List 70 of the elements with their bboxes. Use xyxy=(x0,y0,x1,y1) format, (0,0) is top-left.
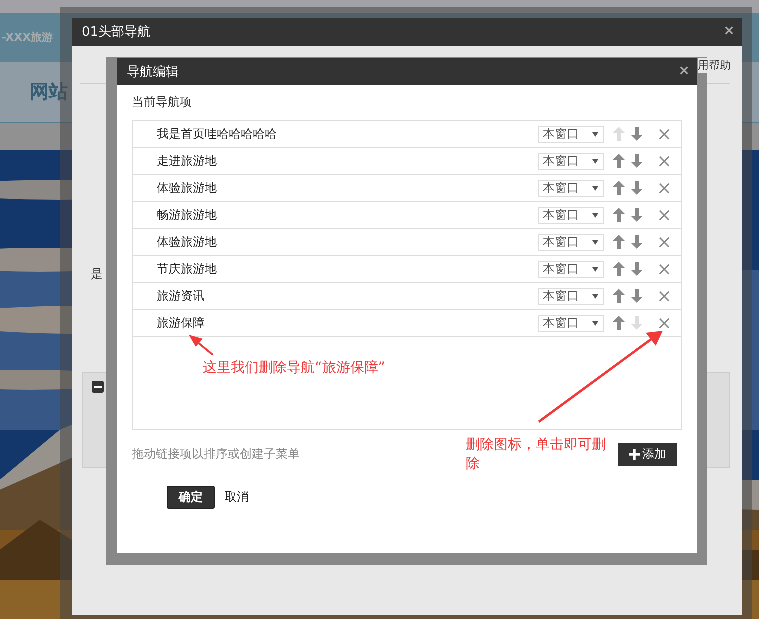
move-down-icon[interactable] xyxy=(631,262,643,276)
annotation-text: 删除图标，单击即可删除 xyxy=(466,436,607,474)
dialog-title: 导航编辑 xyxy=(127,64,179,80)
caret-icon xyxy=(592,294,599,298)
delete-icon[interactable] xyxy=(659,210,670,220)
nav-item-row[interactable]: 旅游保障 本窗口 xyxy=(133,310,681,337)
confirm-button[interactable]: 确定 xyxy=(167,486,215,509)
target-dropdown[interactable]: 本窗口 xyxy=(538,314,604,332)
move-up-icon[interactable] xyxy=(613,262,625,276)
move-up-icon[interactable] xyxy=(613,154,625,168)
nav-item-label: 我是首页哇哈哈哈哈哈 xyxy=(157,126,278,142)
move-up-icon[interactable] xyxy=(613,181,625,195)
plus-icon xyxy=(628,449,640,460)
close-button[interactable]: × xyxy=(680,64,689,80)
delete-icon[interactable] xyxy=(659,156,670,166)
delete-icon[interactable] xyxy=(659,290,670,302)
target-dropdown[interactable]: 本窗口 xyxy=(538,260,604,278)
move-up-icon[interactable] xyxy=(613,208,625,222)
nav-item-row[interactable]: 节庆旅游地 本窗口 xyxy=(133,256,681,283)
nav-item-label: 体验旅游地 xyxy=(157,234,218,250)
hint-text: 拖动链接项以排序或创建子菜单 xyxy=(132,446,300,463)
delete-icon[interactable] xyxy=(659,264,670,274)
nav-item-row[interactable]: 体验旅游地 本窗口 xyxy=(133,229,681,256)
target-dropdown[interactable]: 本窗口 xyxy=(538,152,604,170)
help-link[interactable]: 用帮助 xyxy=(698,58,731,73)
move-down-icon[interactable] xyxy=(631,235,643,249)
caret-icon xyxy=(592,158,599,164)
nav-item-label: 旅游保障 xyxy=(157,314,206,332)
nav-item-row[interactable]: 走进旅游地 本窗口 xyxy=(133,148,681,175)
delete-icon[interactable] xyxy=(659,182,670,194)
move-up-icon[interactable] xyxy=(613,289,625,303)
move-down-icon[interactable] xyxy=(631,208,643,222)
caret-icon xyxy=(592,320,599,326)
nav-item-row[interactable]: 我是首页哇哈哈哈哈哈 本窗口 xyxy=(133,121,681,148)
target-dropdown[interactable]: 本窗口 xyxy=(538,206,604,224)
caret-icon xyxy=(592,132,599,136)
field-label: 是 xyxy=(91,266,103,283)
nav-item-row[interactable]: 旅游资讯 本窗口 xyxy=(133,283,681,310)
move-up-icon[interactable] xyxy=(613,316,625,330)
close-button[interactable]: × xyxy=(724,24,734,40)
nav-item-label: 走进旅游地 xyxy=(157,152,218,170)
collapse-icon[interactable] xyxy=(92,381,104,393)
delete-icon[interactable] xyxy=(659,128,670,140)
cancel-button[interactable]: 取消 xyxy=(225,489,249,506)
site-title: -XXX旅游 xyxy=(2,30,54,45)
annotation-arrow xyxy=(189,335,214,356)
caret-icon xyxy=(592,212,599,218)
add-button[interactable]: 添加 xyxy=(618,443,677,466)
target-dropdown[interactable]: 本窗口 xyxy=(538,126,604,142)
move-down-icon[interactable] xyxy=(631,154,643,168)
target-dropdown[interactable]: 本窗口 xyxy=(538,180,604,196)
delete-icon[interactable] xyxy=(659,236,670,248)
dialog-title: 01头部导航 xyxy=(82,24,151,41)
nav-item-row[interactable]: 体验旅游地 本窗口 xyxy=(133,175,681,202)
nav-item-label: 畅游旅游地 xyxy=(157,206,218,224)
move-down-icon[interactable] xyxy=(631,289,643,303)
move-down-icon[interactable] xyxy=(631,127,643,141)
annotation-text: 这里我们删除导航“旅游保障” xyxy=(203,359,386,378)
section-label: 当前导航项 xyxy=(132,94,193,111)
delete-icon[interactable] xyxy=(659,318,670,328)
target-dropdown[interactable]: 本窗口 xyxy=(538,288,604,304)
move-down-icon[interactable] xyxy=(631,181,643,195)
nav-item-label: 体验旅游地 xyxy=(157,180,218,196)
move-up-icon[interactable] xyxy=(613,235,625,249)
target-dropdown[interactable]: 本窗口 xyxy=(538,234,604,250)
caret-icon xyxy=(592,186,599,190)
nav-item-label: 旅游资讯 xyxy=(157,288,206,304)
nav-item-row[interactable]: 畅游旅游地 本窗口 xyxy=(133,202,681,229)
caret-icon xyxy=(592,240,599,244)
nav-item-label: 节庆旅游地 xyxy=(157,260,218,278)
